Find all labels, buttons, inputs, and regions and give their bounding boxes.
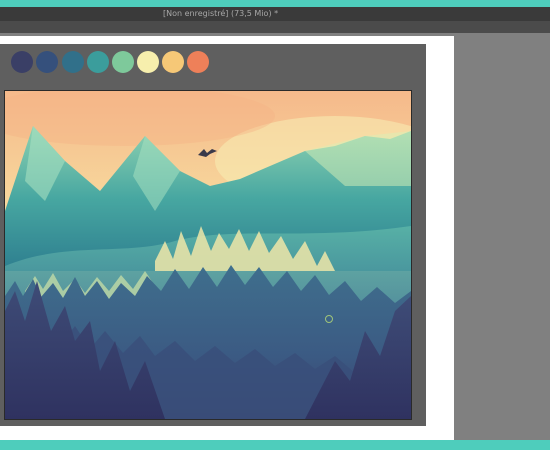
landscape-painting <box>5 91 411 419</box>
color-swatch-3[interactable] <box>62 51 84 73</box>
color-swatch-7[interactable] <box>162 51 184 73</box>
title-bar: [Non enregistré] (73,5 Mio) * <box>0 7 550 21</box>
color-swatch-2[interactable] <box>36 51 58 73</box>
painting-canvas[interactable] <box>4 90 412 420</box>
document-title: [Non enregistré] (73,5 Mio) * <box>163 9 279 18</box>
color-swatch-1[interactable] <box>11 51 33 73</box>
color-swatch-5[interactable] <box>112 51 134 73</box>
top-accent-bar <box>0 0 550 7</box>
color-swatch-6[interactable] <box>137 51 159 73</box>
color-swatch-4[interactable] <box>87 51 109 73</box>
color-swatch-8[interactable] <box>187 51 209 73</box>
bottom-accent-bar <box>0 440 550 450</box>
toolbar-strip <box>0 21 550 33</box>
